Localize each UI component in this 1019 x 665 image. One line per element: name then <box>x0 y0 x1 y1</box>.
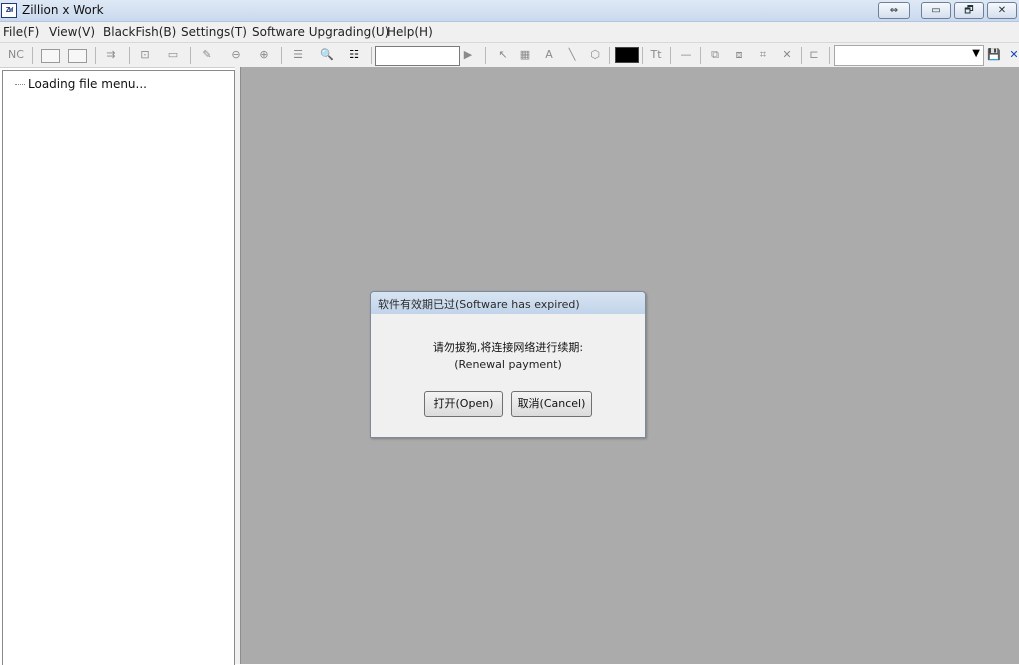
tree-connector-icon <box>15 84 25 85</box>
search-zoom-icon[interactable]: 🔍 <box>318 47 336 63</box>
part-icon[interactable] <box>41 49 60 63</box>
list-icon[interactable]: ☷ <box>345 47 363 63</box>
minimize-button[interactable]: ▭ <box>921 2 951 19</box>
copy-layer-icon[interactable]: ⧉ <box>707 47 723 63</box>
restore-size-icon[interactable]: ⇔ <box>878 2 910 19</box>
dialog-message: 请勿拔狗,将连接网络进行续期: <box>432 341 584 354</box>
window-title-bar: ZW Zillion x Work ⇔ ▭ 🗗 ✕ <box>0 0 1019 22</box>
horizontal-line-icon[interactable]: — <box>678 47 694 63</box>
toolbar-separator <box>371 47 372 64</box>
connector-icon[interactable]: ⊏ <box>806 47 822 63</box>
line-tool-icon[interactable]: ╲ <box>564 47 580 63</box>
toolbar-separator <box>32 47 33 64</box>
search-input[interactable] <box>375 46 460 66</box>
toolbar-separator <box>670 47 671 64</box>
window-title: Zillion x Work <box>22 3 104 17</box>
open-button[interactable]: 打开(Open) <box>424 391 503 417</box>
dialog-sub-message: (Renewal payment) <box>454 358 562 371</box>
board-icon[interactable] <box>68 49 87 63</box>
toolbar-separator <box>801 47 802 64</box>
toolbar-separator <box>281 47 282 64</box>
toolbar-separator <box>609 47 610 64</box>
toolbar-separator <box>190 47 191 64</box>
pin-icon[interactable]: ✕ <box>779 47 795 63</box>
toolbar-separator <box>95 47 96 64</box>
toolbar-separator <box>485 47 486 64</box>
toolbar-separator <box>700 47 701 64</box>
layer-icon[interactable]: ☰ <box>289 47 307 63</box>
zoom-in-icon[interactable]: ⊕ <box>255 47 273 63</box>
file-tree-panel[interactable]: Loading file menu... <box>2 70 235 665</box>
crop-icon[interactable]: ⌗ <box>755 47 771 63</box>
save-icon[interactable]: 💾 <box>987 47 1001 63</box>
nc-button[interactable]: NC <box>6 47 26 63</box>
maximize-button[interactable]: 🗗 <box>954 2 984 19</box>
menu-file[interactable]: File(F) <box>3 25 39 39</box>
menu-help[interactable]: Help(H) <box>387 25 433 39</box>
close-button[interactable]: ✕ <box>987 2 1017 19</box>
grid-icon[interactable]: ▦ <box>517 47 533 63</box>
toolbar-separator <box>829 47 830 64</box>
app-logo-icon: ZW <box>1 3 17 18</box>
layer-select-dropdown[interactable]: ▼ <box>834 45 984 66</box>
tree-item-loading: Loading file menu... <box>15 77 147 91</box>
chevron-down-icon: ▼ <box>972 48 980 59</box>
menu-bar: File(F) View(V) BlackFish(B) Settings(T)… <box>0 22 1019 43</box>
toolbar-separator <box>129 47 130 64</box>
frame-icon[interactable]: ▭ <box>164 47 182 63</box>
close-doc-icon[interactable]: ✕ <box>1008 47 1019 63</box>
shape-icon[interactable]: ⬡ <box>587 47 603 63</box>
expired-dialog: 软件有效期已过(Software has expired) 请勿拔狗,将连接网络… <box>370 291 646 438</box>
select-pointer-icon[interactable]: ↖ <box>495 47 511 63</box>
menu-blackfish[interactable]: BlackFish(B) <box>103 25 176 39</box>
tree-item-label: Loading file menu... <box>28 77 147 91</box>
cancel-button[interactable]: 取消(Cancel) <box>511 391 592 417</box>
text-size-icon[interactable]: Tt <box>647 47 665 63</box>
toolbar-separator <box>642 47 643 64</box>
export-icon[interactable]: ⇉ <box>101 47 121 63</box>
zoom-fit-icon[interactable]: ⊡ <box>136 47 154 63</box>
font-icon[interactable]: A <box>541 47 557 63</box>
edit-icon[interactable]: ✎ <box>198 47 216 63</box>
zoom-out-icon[interactable]: ⊖ <box>227 47 245 63</box>
menu-software-upgrading[interactable]: Software Upgrading(U) <box>252 25 389 39</box>
dialog-title: 软件有效期已过(Software has expired) <box>378 298 580 311</box>
color-picker-button[interactable] <box>615 47 639 63</box>
play-icon[interactable]: ▶ <box>461 47 475 63</box>
menu-settings[interactable]: Settings(T) <box>181 25 247 39</box>
menu-view[interactable]: View(V) <box>49 25 95 39</box>
paste-layer-icon[interactable]: ⧈ <box>731 47 747 63</box>
dialog-title-bar: 软件有效期已过(Software has expired) <box>371 292 645 314</box>
